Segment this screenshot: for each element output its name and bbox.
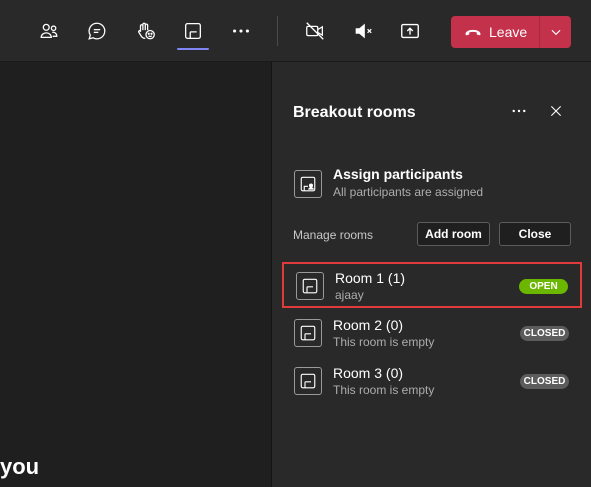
panel-close-button[interactable] xyxy=(545,100,567,122)
breakout-rooms-icon[interactable] xyxy=(180,18,206,44)
more-icon xyxy=(512,109,526,113)
room-icon xyxy=(294,367,322,395)
assign-participants-subtitle: All participants are assigned xyxy=(333,185,484,199)
room-name: Room 2 (0) xyxy=(333,317,404,333)
room-status-badge: CLOSED xyxy=(520,374,569,389)
panel-more-button[interactable] xyxy=(508,100,530,122)
chat-icon[interactable] xyxy=(84,18,110,44)
stage-caption: you xyxy=(0,454,40,479)
room-name: Room 3 (0) xyxy=(333,365,404,381)
room-icon xyxy=(296,272,324,300)
close-icon xyxy=(550,105,562,117)
chevron-down-icon xyxy=(551,29,560,36)
room-status-badge: OPEN xyxy=(519,279,568,294)
share-icon[interactable] xyxy=(397,18,423,44)
room-icon xyxy=(294,319,322,347)
room-item[interactable]: Room 2 (0) This room is empty CLOSED xyxy=(282,311,582,357)
assign-participants-item[interactable]: Assign participants All participants are… xyxy=(293,166,573,202)
panel-title: Breakout rooms xyxy=(293,104,416,121)
manage-rooms-label: Manage rooms xyxy=(293,228,374,242)
room-status-badge: CLOSED xyxy=(520,326,569,341)
room-participants: This room is empty xyxy=(333,383,435,397)
camera-off-icon[interactable] xyxy=(302,18,328,44)
active-tab-indicator xyxy=(177,48,209,50)
mic-muted-icon[interactable] xyxy=(350,18,376,44)
meeting-stage: you xyxy=(0,62,271,487)
toolbar-divider xyxy=(277,16,278,46)
meeting-toolbar: Leave xyxy=(0,0,591,62)
leave-button-group: Leave xyxy=(451,16,571,48)
more-icon[interactable] xyxy=(228,18,254,44)
people-icon[interactable] xyxy=(36,18,62,44)
leave-label: Leave xyxy=(489,24,528,40)
room-item[interactable]: Room 3 (0) This room is empty CLOSED xyxy=(282,359,582,405)
room-participants: ajaay xyxy=(335,288,364,302)
breakout-rooms-panel: Breakout rooms Assign participants All p… xyxy=(271,62,591,487)
leave-options-button[interactable] xyxy=(540,16,571,48)
room-name: Room 1 (1) xyxy=(335,270,406,286)
assign-participants-title: Assign participants xyxy=(333,166,463,182)
add-room-button[interactable]: Add room xyxy=(417,222,490,246)
room-participants: This room is empty xyxy=(333,335,435,349)
room-item[interactable]: Room 1 (1) ajaay OPEN xyxy=(282,262,582,308)
hang-up-icon xyxy=(465,29,481,36)
react-icon[interactable] xyxy=(133,18,159,44)
leave-button[interactable]: Leave xyxy=(451,16,539,48)
assign-participants-icon xyxy=(294,170,322,198)
close-rooms-button[interactable]: Close xyxy=(499,222,571,246)
